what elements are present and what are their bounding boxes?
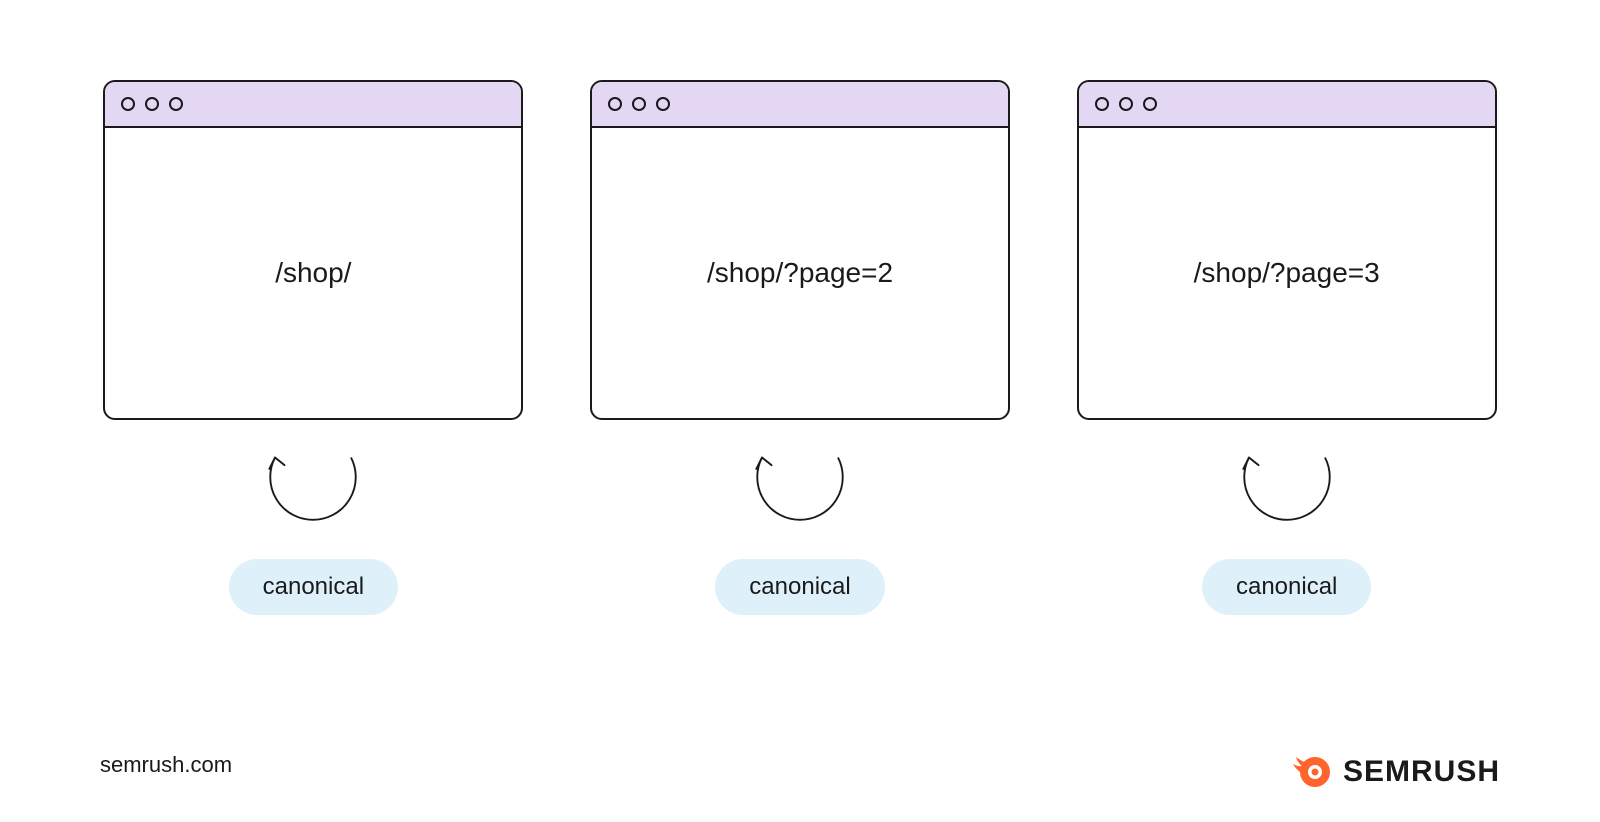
url-label: /shop/?page=2: [707, 257, 893, 289]
browser-body: /shop/: [105, 128, 521, 418]
canonical-pill: canonical: [1202, 559, 1371, 615]
window-dot-icon: [1095, 97, 1109, 111]
window-dot-icon: [656, 97, 670, 111]
brand-name: SEMRUSH: [1343, 755, 1500, 789]
brand-fireball-icon: [1293, 752, 1333, 792]
browser-titlebar: [592, 82, 1008, 128]
brand-logo: SEMRUSH: [1293, 752, 1500, 792]
self-reference-arrow-icon: [725, 448, 875, 543]
browser-body: /shop/?page=3: [1079, 128, 1495, 418]
window-dot-icon: [608, 97, 622, 111]
pill-label: canonical: [263, 573, 364, 600]
browser-window: /shop/: [103, 80, 523, 420]
window-dot-icon: [1119, 97, 1133, 111]
url-label: /shop/?page=3: [1194, 257, 1380, 289]
window-dot-icon: [169, 97, 183, 111]
window-dot-icon: [145, 97, 159, 111]
diagram-row: /shop/ canonical /shop/?page=2: [0, 0, 1600, 615]
browser-window: /shop/?page=2: [590, 80, 1010, 420]
panel-1: /shop/ canonical: [100, 80, 527, 615]
window-dot-icon: [1143, 97, 1157, 111]
footer-domain: semrush.com: [100, 752, 232, 778]
self-reference-arrow-icon: [1212, 448, 1362, 543]
browser-window: /shop/?page=3: [1077, 80, 1497, 420]
url-label: /shop/: [275, 257, 351, 289]
canonical-pill: canonical: [715, 559, 884, 615]
browser-titlebar: [1079, 82, 1495, 128]
self-reference-arrow-icon: [238, 448, 388, 543]
browser-titlebar: [105, 82, 521, 128]
canonical-pill: canonical: [229, 559, 398, 615]
panel-2: /shop/?page=2 canonical: [587, 80, 1014, 615]
panel-3: /shop/?page=3 canonical: [1073, 80, 1500, 615]
browser-body: /shop/?page=2: [592, 128, 1008, 418]
window-dot-icon: [121, 97, 135, 111]
pill-label: canonical: [1236, 573, 1337, 600]
pill-label: canonical: [749, 573, 850, 600]
window-dot-icon: [632, 97, 646, 111]
